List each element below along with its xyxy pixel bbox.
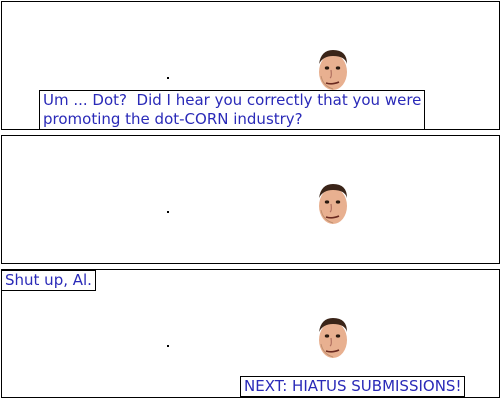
al-face-icon: [319, 184, 347, 224]
comic-panel-3: Shut up, Al. NEXT: HIATUS SUBMISSIONS!: [1, 269, 500, 398]
speech-caption: Shut up, Al.: [2, 270, 96, 291]
al-face-icon: [319, 50, 347, 90]
comic-panel-1: Um ... Dot? Did I hear you correctly tha…: [1, 1, 500, 130]
dot-icon: [167, 77, 169, 79]
al-face-icon: [319, 318, 347, 358]
dot-icon: [167, 345, 169, 347]
dot-icon: [167, 211, 169, 213]
comic-panel-2: [1, 135, 500, 264]
next-strip-caption: NEXT: HIATUS SUBMISSIONS!: [240, 376, 466, 397]
speech-caption: Um ... Dot? Did I hear you correctly tha…: [39, 90, 426, 129]
